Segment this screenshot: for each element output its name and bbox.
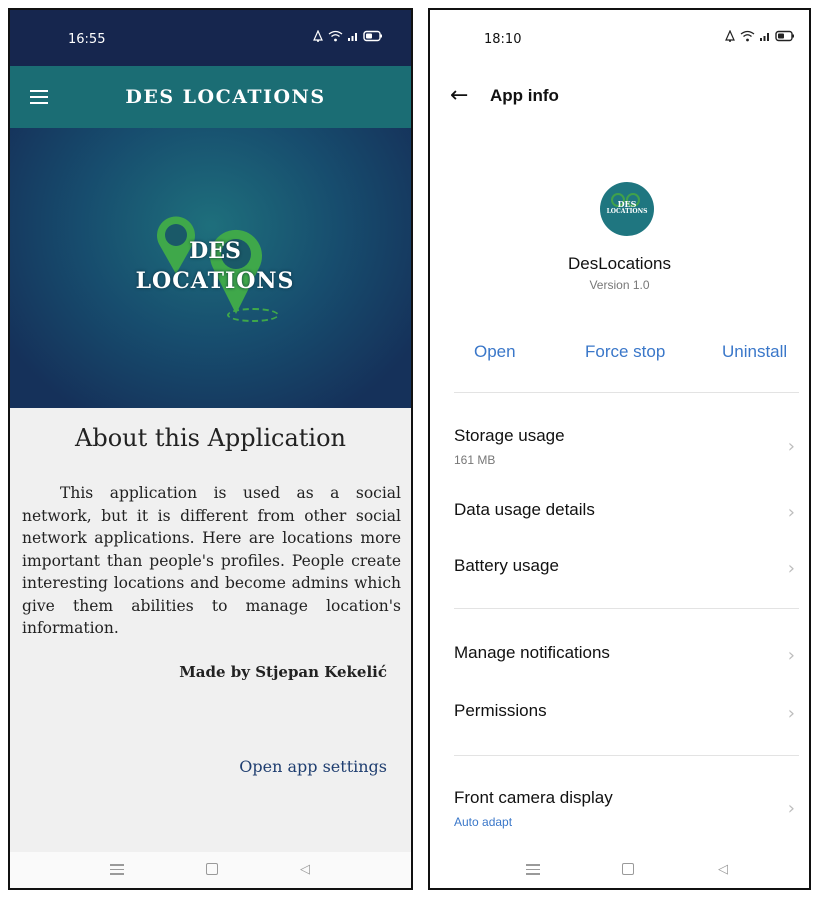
page-title: App info bbox=[490, 86, 559, 105]
divider bbox=[454, 755, 799, 756]
chevron-right-icon: › bbox=[787, 798, 795, 819]
home-icon[interactable] bbox=[206, 863, 218, 875]
alarm-icon bbox=[725, 30, 735, 42]
chevron-right-icon: › bbox=[787, 645, 795, 666]
front-camera-display-value: Auto adapt bbox=[454, 815, 513, 829]
battery-icon bbox=[363, 30, 382, 42]
battery-usage-row[interactable]: Battery usage › bbox=[454, 556, 795, 579]
force-stop-button[interactable]: Force stop bbox=[585, 342, 665, 362]
logo-text-line1: DES bbox=[189, 238, 241, 264]
wifi-icon bbox=[740, 30, 755, 42]
app-title: DES LOCATIONS bbox=[125, 86, 326, 108]
status-time: 18:10 bbox=[484, 32, 522, 47]
permissions-row[interactable]: Permissions › bbox=[454, 701, 795, 724]
status-icons bbox=[724, 30, 795, 42]
alarm-icon bbox=[313, 30, 323, 42]
uninstall-button[interactable]: Uninstall bbox=[722, 342, 787, 362]
signal-icon bbox=[760, 33, 769, 41]
about-screen: 16:55 DES LOCATIONS DES LOCATIONS About … bbox=[8, 8, 413, 890]
storage-usage-row[interactable]: Storage usage 161 MB › bbox=[454, 426, 795, 467]
storage-usage-label: Storage usage bbox=[454, 426, 565, 445]
menu-icon[interactable] bbox=[110, 864, 124, 875]
about-title: About this Application bbox=[75, 424, 346, 452]
app-logo: DES LOCATIONS bbox=[115, 208, 315, 338]
battery-icon bbox=[775, 30, 794, 42]
data-usage-label: Data usage details bbox=[454, 500, 595, 519]
divider bbox=[454, 608, 799, 609]
logo-dashed-ring bbox=[227, 308, 279, 322]
logo-text-line2: LOCATIONS bbox=[135, 268, 295, 294]
status-icons bbox=[312, 30, 383, 42]
manage-notifications-row[interactable]: Manage notifications › bbox=[454, 643, 795, 666]
app-bar: DES LOCATIONS bbox=[10, 66, 411, 128]
back-arrow-icon[interactable]: ← bbox=[450, 84, 468, 108]
wifi-icon bbox=[328, 30, 343, 42]
open-app-settings-link[interactable]: Open app settings bbox=[239, 757, 387, 776]
chevron-right-icon: › bbox=[787, 558, 795, 579]
front-camera-display-label: Front camera display bbox=[454, 788, 613, 807]
about-section: About this Application This application … bbox=[10, 408, 411, 852]
navigation-bar: ◁ bbox=[430, 852, 809, 888]
app-icon: DES LOCATIONS bbox=[600, 182, 654, 236]
storage-usage-value: 161 MB bbox=[454, 453, 496, 467]
menu-icon[interactable] bbox=[526, 864, 540, 875]
data-usage-row[interactable]: Data usage details › bbox=[454, 500, 795, 523]
hero-banner: DES LOCATIONS bbox=[10, 128, 411, 408]
app-icon-text-line2: LOCATIONS bbox=[606, 208, 648, 215]
author-credit: Made by Stjepan Kekelić bbox=[179, 663, 387, 681]
back-icon[interactable]: ◁ bbox=[300, 862, 310, 877]
permissions-label: Permissions bbox=[454, 701, 547, 720]
battery-usage-label: Battery usage bbox=[454, 556, 559, 575]
front-camera-display-row[interactable]: Front camera display Auto adapt › bbox=[454, 788, 795, 829]
status-time: 16:55 bbox=[68, 32, 106, 47]
app-name: DesLocations bbox=[567, 254, 671, 273]
manage-notifications-label: Manage notifications bbox=[454, 643, 610, 662]
about-description: This application is used as a social net… bbox=[22, 484, 401, 637]
back-icon[interactable]: ◁ bbox=[718, 862, 728, 877]
chevron-right-icon: › bbox=[787, 703, 795, 724]
app-actions: Open Force stop Uninstall bbox=[430, 342, 809, 366]
chevron-right-icon: › bbox=[787, 436, 795, 457]
divider bbox=[454, 392, 799, 393]
chevron-right-icon: › bbox=[787, 502, 795, 523]
home-icon[interactable] bbox=[622, 863, 634, 875]
status-bar: 16:55 bbox=[10, 10, 411, 66]
navigation-bar: ◁ bbox=[10, 852, 411, 888]
open-button[interactable]: Open bbox=[474, 342, 516, 362]
app-info-screen: 18:10 ← App info DES LOCATIONS DesLocati… bbox=[428, 8, 811, 890]
app-version: Version 1.0 bbox=[589, 278, 650, 292]
signal-icon bbox=[348, 33, 357, 41]
